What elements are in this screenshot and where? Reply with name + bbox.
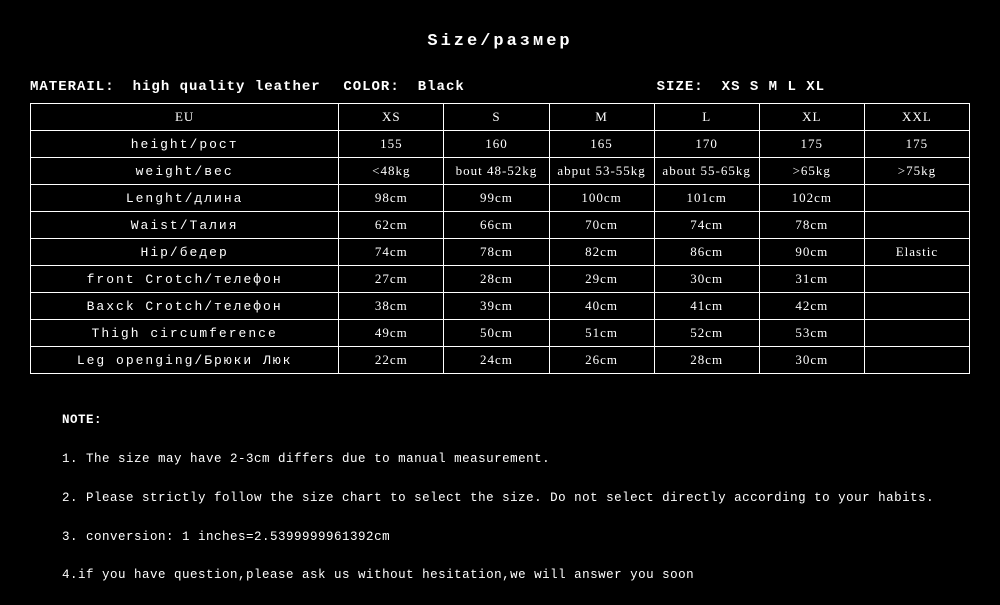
col-header-attr: EU (31, 104, 339, 131)
cell: Elastic (864, 239, 969, 266)
table-row: Hip/бедер74cm78cm82cm86cm90cmElastic (31, 239, 970, 266)
cell: 101cm (654, 185, 759, 212)
note-line-1: 1. The size may have 2-3cm differs due t… (62, 452, 550, 466)
cell: 51cm (549, 320, 654, 347)
row-attr: Lenght/длина (31, 185, 339, 212)
cell: 62cm (339, 212, 444, 239)
cell: 40cm (549, 293, 654, 320)
size-table: EU XS S M L XL XXL height/рост1551601651… (30, 103, 970, 374)
note-block: NOTE: 1. The size may have 2-3cm differs… (30, 374, 970, 605)
table-row: Baxck Crotch/телефон38cm39cm40cm41cm42cm (31, 293, 970, 320)
cell: 155 (339, 131, 444, 158)
cell: 30cm (654, 266, 759, 293)
row-attr: Thigh circumference (31, 320, 339, 347)
table-header-row: EU XS S M L XL XXL (31, 104, 970, 131)
note-line-2: 2. Please strictly follow the size chart… (62, 491, 934, 505)
cell: 49cm (339, 320, 444, 347)
col-header-l: L (654, 104, 759, 131)
cell (864, 185, 969, 212)
cell: 86cm (654, 239, 759, 266)
cell: 28cm (444, 266, 549, 293)
row-attr: Baxck Crotch/телефон (31, 293, 339, 320)
cell (864, 212, 969, 239)
material-label: MATERAIL: (30, 79, 115, 95)
cell: 26cm (549, 347, 654, 374)
cell: bout 48-52kg (444, 158, 549, 185)
table-row: front Crotch/телефон27cm28cm29cm30cm31cm (31, 266, 970, 293)
cell: 74cm (654, 212, 759, 239)
size-label: SIZE: (657, 79, 704, 95)
cell: 22cm (339, 347, 444, 374)
cell: 102cm (759, 185, 864, 212)
cell: 29cm (549, 266, 654, 293)
cell: 175 (759, 131, 864, 158)
color-value: Black (418, 79, 465, 95)
cell: 50cm (444, 320, 549, 347)
cell: 98cm (339, 185, 444, 212)
cell: 24cm (444, 347, 549, 374)
size-pair: SIZE: XS S M L XL (657, 79, 970, 95)
cell: 99cm (444, 185, 549, 212)
col-header-xl: XL (759, 104, 864, 131)
cell: 100cm (549, 185, 654, 212)
cell: 31cm (759, 266, 864, 293)
cell: abput 53-55kg (549, 158, 654, 185)
row-attr: Leg openging/Брюки Люк (31, 347, 339, 374)
row-attr: weight/вес (31, 158, 339, 185)
page-title: Size/размер (30, 10, 970, 75)
cell: 38cm (339, 293, 444, 320)
note-heading: NOTE: (62, 413, 102, 427)
cell: 42cm (759, 293, 864, 320)
cell: 78cm (444, 239, 549, 266)
table-row: Lenght/длина98cm99cm100cm101cm102cm (31, 185, 970, 212)
cell (864, 293, 969, 320)
product-meta-row: MATERAIL: high quality leather COLOR: Bl… (30, 75, 970, 103)
color-pair: COLOR: Black (343, 79, 656, 95)
cell (864, 347, 969, 374)
cell: 66cm (444, 212, 549, 239)
note-line-3: 3. conversion: 1 inches=2.5399999961392c… (62, 530, 390, 544)
cell: 27cm (339, 266, 444, 293)
cell: 70cm (549, 212, 654, 239)
cell: 160 (444, 131, 549, 158)
cell (864, 320, 969, 347)
table-row: Waist/Талия62cm66cm70cm74cm78cm (31, 212, 970, 239)
cell: 78cm (759, 212, 864, 239)
cell: 170 (654, 131, 759, 158)
cell: about 55-65kg (654, 158, 759, 185)
cell: <48kg (339, 158, 444, 185)
cell: 53cm (759, 320, 864, 347)
cell: 165 (549, 131, 654, 158)
table-row: Thigh circumference49cm50cm51cm52cm53cm (31, 320, 970, 347)
cell: >65kg (759, 158, 864, 185)
table-row: weight/вес<48kgbout 48-52kgabput 53-55kg… (31, 158, 970, 185)
material-pair: MATERAIL: high quality leather (30, 79, 343, 95)
cell: >75kg (864, 158, 969, 185)
material-value: high quality leather (133, 79, 321, 95)
cell: 39cm (444, 293, 549, 320)
cell: 52cm (654, 320, 759, 347)
size-value: XS S M L XL (722, 79, 825, 95)
color-label: COLOR: (343, 79, 399, 95)
cell: 28cm (654, 347, 759, 374)
row-attr: front Crotch/телефон (31, 266, 339, 293)
table-row: Leg openging/Брюки Люк22cm24cm26cm28cm30… (31, 347, 970, 374)
col-header-xs: XS (339, 104, 444, 131)
note-line-4: 4.if you have question,please ask us wit… (62, 568, 694, 582)
size-chart-document: Size/размер MATERAIL: high quality leath… (0, 0, 1000, 605)
cell (864, 266, 969, 293)
row-attr: Waist/Талия (31, 212, 339, 239)
col-header-xxl: XXL (864, 104, 969, 131)
cell: 41cm (654, 293, 759, 320)
row-attr: height/рост (31, 131, 339, 158)
col-header-s: S (444, 104, 549, 131)
cell: 82cm (549, 239, 654, 266)
cell: 30cm (759, 347, 864, 374)
cell: 74cm (339, 239, 444, 266)
col-header-m: M (549, 104, 654, 131)
cell: 175 (864, 131, 969, 158)
table-row: height/рост155160165170175175 (31, 131, 970, 158)
row-attr: Hip/бедер (31, 239, 339, 266)
cell: 90cm (759, 239, 864, 266)
